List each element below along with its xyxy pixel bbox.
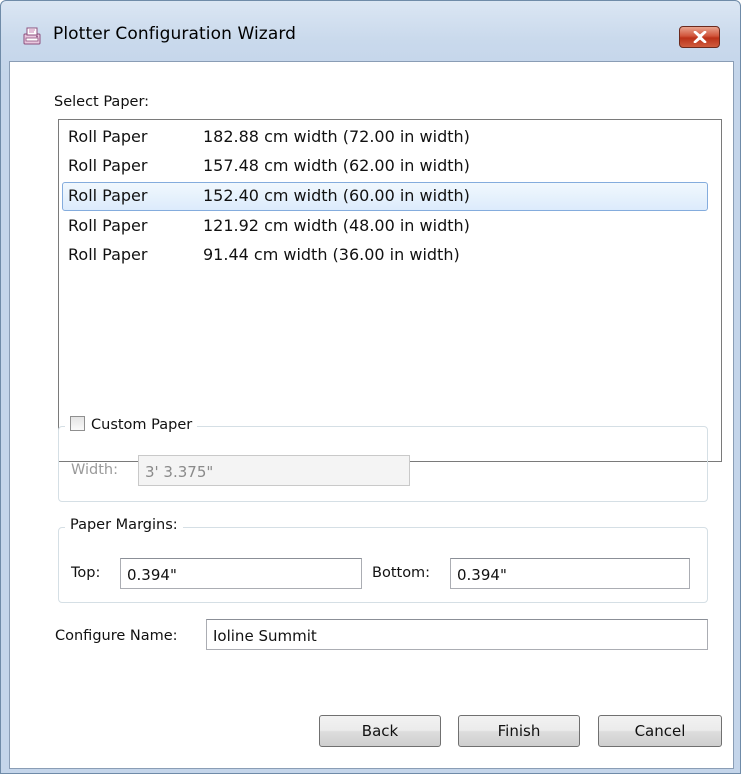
close-icon (693, 28, 707, 47)
list-item-paper-2-selected[interactable]: Roll Paper 152.40 cm width (60.00 in wid… (62, 182, 708, 211)
paper-type: Roll Paper (68, 245, 148, 264)
paper-size: 121.92 cm width (48.00 in width) (203, 216, 470, 235)
configure-name-field[interactable]: Ioline Summit (206, 619, 708, 650)
wizard-content: Select Paper: Roll Paper 182.88 cm width… (9, 61, 734, 769)
paper-margins-legend: Paper Margins: (65, 517, 183, 533)
paper-size: 182.88 cm width (72.00 in width) (203, 127, 470, 146)
paper-type: Roll Paper (68, 156, 148, 175)
finish-button[interactable]: Finish (458, 715, 580, 747)
custom-paper-legend: Custom Paper (65, 416, 198, 433)
top-margin-label: Top: (71, 565, 101, 581)
list-item-paper-3[interactable]: Roll Paper 121.92 cm width (48.00 in wid… (62, 212, 708, 241)
list-item-paper-1[interactable]: Roll Paper 157.48 cm width (62.00 in wid… (62, 152, 708, 181)
plotter-app-icon (21, 25, 43, 47)
paper-type: Roll Paper (68, 186, 148, 205)
select-paper-label: Select Paper: (54, 94, 150, 110)
bottom-margin-field[interactable]: 0.394" (450, 558, 690, 589)
paper-size: 152.40 cm width (60.00 in width) (203, 186, 470, 205)
paper-list[interactable]: Roll Paper 182.88 cm width (72.00 in wid… (58, 119, 722, 462)
custom-paper-checkbox[interactable] (70, 416, 85, 431)
configure-name-label: Configure Name: (55, 628, 178, 644)
title-bar[interactable]: Plotter Configuration Wizard (1, 1, 740, 61)
list-item-paper-4[interactable]: Roll Paper 91.44 cm width (36.00 in widt… (62, 241, 708, 270)
close-button[interactable] (679, 26, 720, 48)
paper-type: Roll Paper (68, 216, 148, 235)
window-title: Plotter Configuration Wizard (53, 24, 297, 44)
paper-size: 157.48 cm width (62.00 in width) (203, 156, 470, 175)
list-item-paper-0[interactable]: Roll Paper 182.88 cm width (72.00 in wid… (62, 123, 708, 152)
width-field[interactable]: 3' 3.375" (138, 455, 410, 486)
paper-size: 91.44 cm width (36.00 in width) (203, 245, 460, 264)
wizard-window: Plotter Configuration Wizard Select Pape… (0, 0, 741, 774)
paper-type: Roll Paper (68, 127, 148, 146)
back-button[interactable]: Back (319, 715, 441, 747)
top-margin-field[interactable]: 0.394" (120, 558, 362, 589)
bottom-margin-label: Bottom: (372, 565, 431, 581)
custom-paper-label: Custom Paper (91, 417, 193, 433)
width-label: Width: (71, 462, 119, 478)
cancel-button[interactable]: Cancel (598, 715, 722, 747)
